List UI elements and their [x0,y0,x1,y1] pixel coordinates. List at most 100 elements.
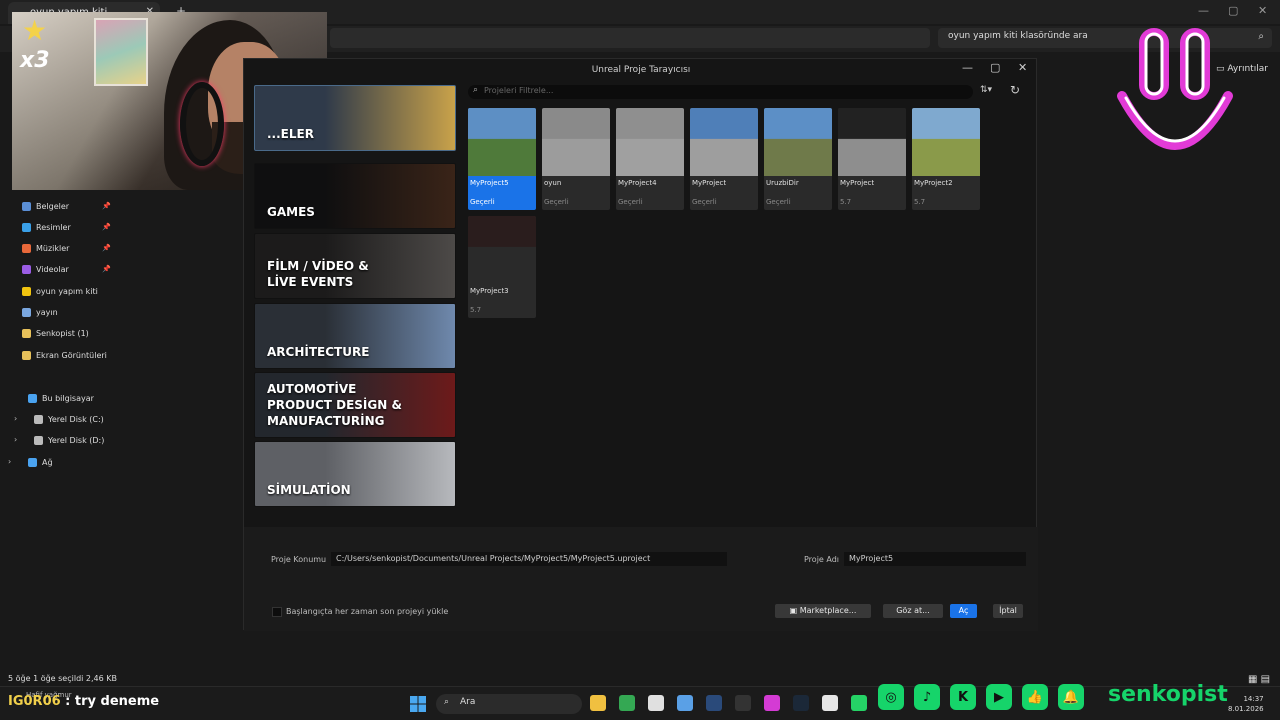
folder-icon [22,328,31,338]
epic-games-icon[interactable] [735,695,751,711]
project-tile[interactable]: MyProject3 5.7 [468,216,536,318]
unreal-engine-icon[interactable] [822,695,838,711]
category-label: GAMES [267,205,315,219]
view-toggle-icons[interactable]: ▦ ▤ [1248,674,1270,685]
tree-item-3[interactable]: Ağ [28,454,53,470]
nav-item-label: Belgeler [36,201,70,211]
folder-icon [22,350,31,360]
pin-icon: 📌 [102,223,111,231]
tree-item-label: Ağ [42,457,53,467]
nav-item-0[interactable]: Belgeler 📌 [22,198,111,214]
nav-item-3[interactable]: Videolar 📌 [22,261,111,277]
clock-date: 8.01.2026 [1228,705,1264,713]
project-thumbnail [468,108,536,176]
category-tile-1[interactable]: GAMES [254,163,456,229]
nav-item-label: Senkopist (1) [36,328,89,338]
tree-item-0[interactable]: Bu bilgisayar [28,390,94,406]
nav-item-4[interactable]: oyun yapım kiti [22,283,98,299]
drive-icon [34,435,43,445]
category-label: FİLM / VİDEO & LİVE EVENTS [267,259,369,289]
search-placeholder: oyun yapım kiti klasöründe ara [948,31,1088,41]
file-explorer-icon[interactable] [590,695,606,711]
refresh-icon[interactable]: ↻ [1010,83,1020,97]
system-clock[interactable]: 14:37 8.01.2026 [1228,694,1264,714]
chat-message-overlay: IG0R06 : try deneme [8,694,159,709]
pin-icon: 📌 [102,265,111,273]
multiplier-text: x3 [20,48,50,73]
category-tile-4[interactable]: AUTOMOTİVE PRODUCT DESİGN & MANUFACTURİN… [254,372,456,438]
whatsapp-icon[interactable] [851,695,867,711]
tree-item-label: Yerel Disk (D:) [48,435,105,445]
startup-checkbox[interactable] [272,607,282,617]
tree-item-label: Yerel Disk (C:) [48,414,104,424]
browse-button[interactable]: Göz at... [883,604,943,618]
open-button[interactable]: Aç [950,604,977,618]
category-label: ARCHİTECTURE [267,345,370,359]
clock-time: 14:37 [1243,695,1264,703]
filter-placeholder: Projeleri Filtrele... [484,86,554,95]
status-bar: 5 öğe 1 öğe seçildi 2,46 KB [8,674,118,683]
pin-icon: 📌 [102,244,111,252]
category-tile-2[interactable]: FİLM / VİDEO & LİVE EVENTS [254,233,456,299]
windows-start-icon[interactable] [410,696,426,712]
category-tile-0[interactable]: ...ELER [254,85,456,151]
taskbar-search-label: Ara [460,697,476,707]
music-icon [22,243,31,253]
category-tile-5[interactable]: SİMULATİON [254,441,456,507]
search-icon: ⌕ [473,85,479,95]
dialog-maximize-icon[interactable]: ▢ [990,61,1000,74]
nav-item-label: oyun yapım kiti [36,286,98,296]
category-label: SİMULATİON [267,483,351,497]
chevron-right-icon[interactable]: › [14,435,17,444]
location-label: Proje Konumu [271,555,327,564]
category-panel: ...ELER GAMES FİLM / VİDEO & LİVE EVENTS AR… [254,83,460,519]
smiley-overlay-icon [1117,28,1233,150]
nav-item-label: Resimler [36,222,71,232]
close-window-icon[interactable]: ✕ [1258,4,1267,17]
notion-icon[interactable] [648,695,664,711]
nav-item-label: yayın [36,307,58,317]
star-badge-icon: ★ [22,14,48,47]
project-tile[interactable]: MyProject2 5.7 [912,108,980,210]
dialog-minimize-icon[interactable]: — [962,61,973,74]
desktop: oyun yapım kiti ✕ + — ▢ ✕ oyun yapım kit… [0,0,1280,720]
steam-icon[interactable] [793,695,809,711]
network-icon [28,457,37,467]
media-icon[interactable] [764,695,780,711]
kick-icon: K [950,684,976,710]
tree-item-label: Bu bilgisayar [42,393,94,403]
nav-item-label: Müzikler [36,243,70,253]
category-label: ...ELER [267,127,314,141]
maximize-icon[interactable]: ▢ [1228,4,1238,17]
sort-button[interactable]: ⇅▾ [980,85,992,95]
project-tile[interactable]: MyProject5 Geçerli [468,108,536,210]
chrome-icon[interactable] [619,695,635,711]
taskbar-search[interactable]: ⌕ Ara [436,694,582,714]
category-tile-3[interactable]: ARCHİTECTURE [254,303,456,369]
store-icon[interactable] [677,695,693,711]
minimize-icon[interactable]: — [1198,4,1209,17]
nav-item-5[interactable]: yayın [22,304,58,320]
chat-username: IG0R06 [8,694,61,709]
project-thumbnail [912,108,980,176]
project-status: Geçerli [470,198,495,206]
nav-item-label: Videolar [36,264,69,274]
nav-item-1[interactable]: Resimler 📌 [22,219,111,235]
chevron-right-icon[interactable]: › [14,414,17,423]
dialog-close-icon[interactable]: ✕ [1018,61,1027,74]
nav-item-6[interactable]: Senkopist (1) [22,325,89,341]
project-name: MyProject3 [470,287,509,295]
nav-item-2[interactable]: Müzikler 📌 [22,240,111,256]
cancel-button[interactable]: İptal [993,604,1023,618]
project-name: MyProject2 [914,179,953,187]
category-label: AUTOMOTİVE PRODUCT DESİGN & MANUFACTURİN… [267,382,402,428]
chevron-right-icon[interactable]: › [8,457,11,466]
tree-item-1[interactable]: Yerel Disk (C:) [34,411,104,427]
wall-poster [94,18,148,86]
startup-checkbox-label: Başlangıçta her zaman son projeyi yükle [286,607,449,616]
search-icon: ⌕ [444,697,450,707]
steam-icon[interactable] [706,695,722,711]
computer-icon [28,393,37,403]
nav-item-7[interactable]: Ekran Görüntüleri [22,347,107,363]
tree-item-2[interactable]: Yerel Disk (D:) [34,432,104,448]
